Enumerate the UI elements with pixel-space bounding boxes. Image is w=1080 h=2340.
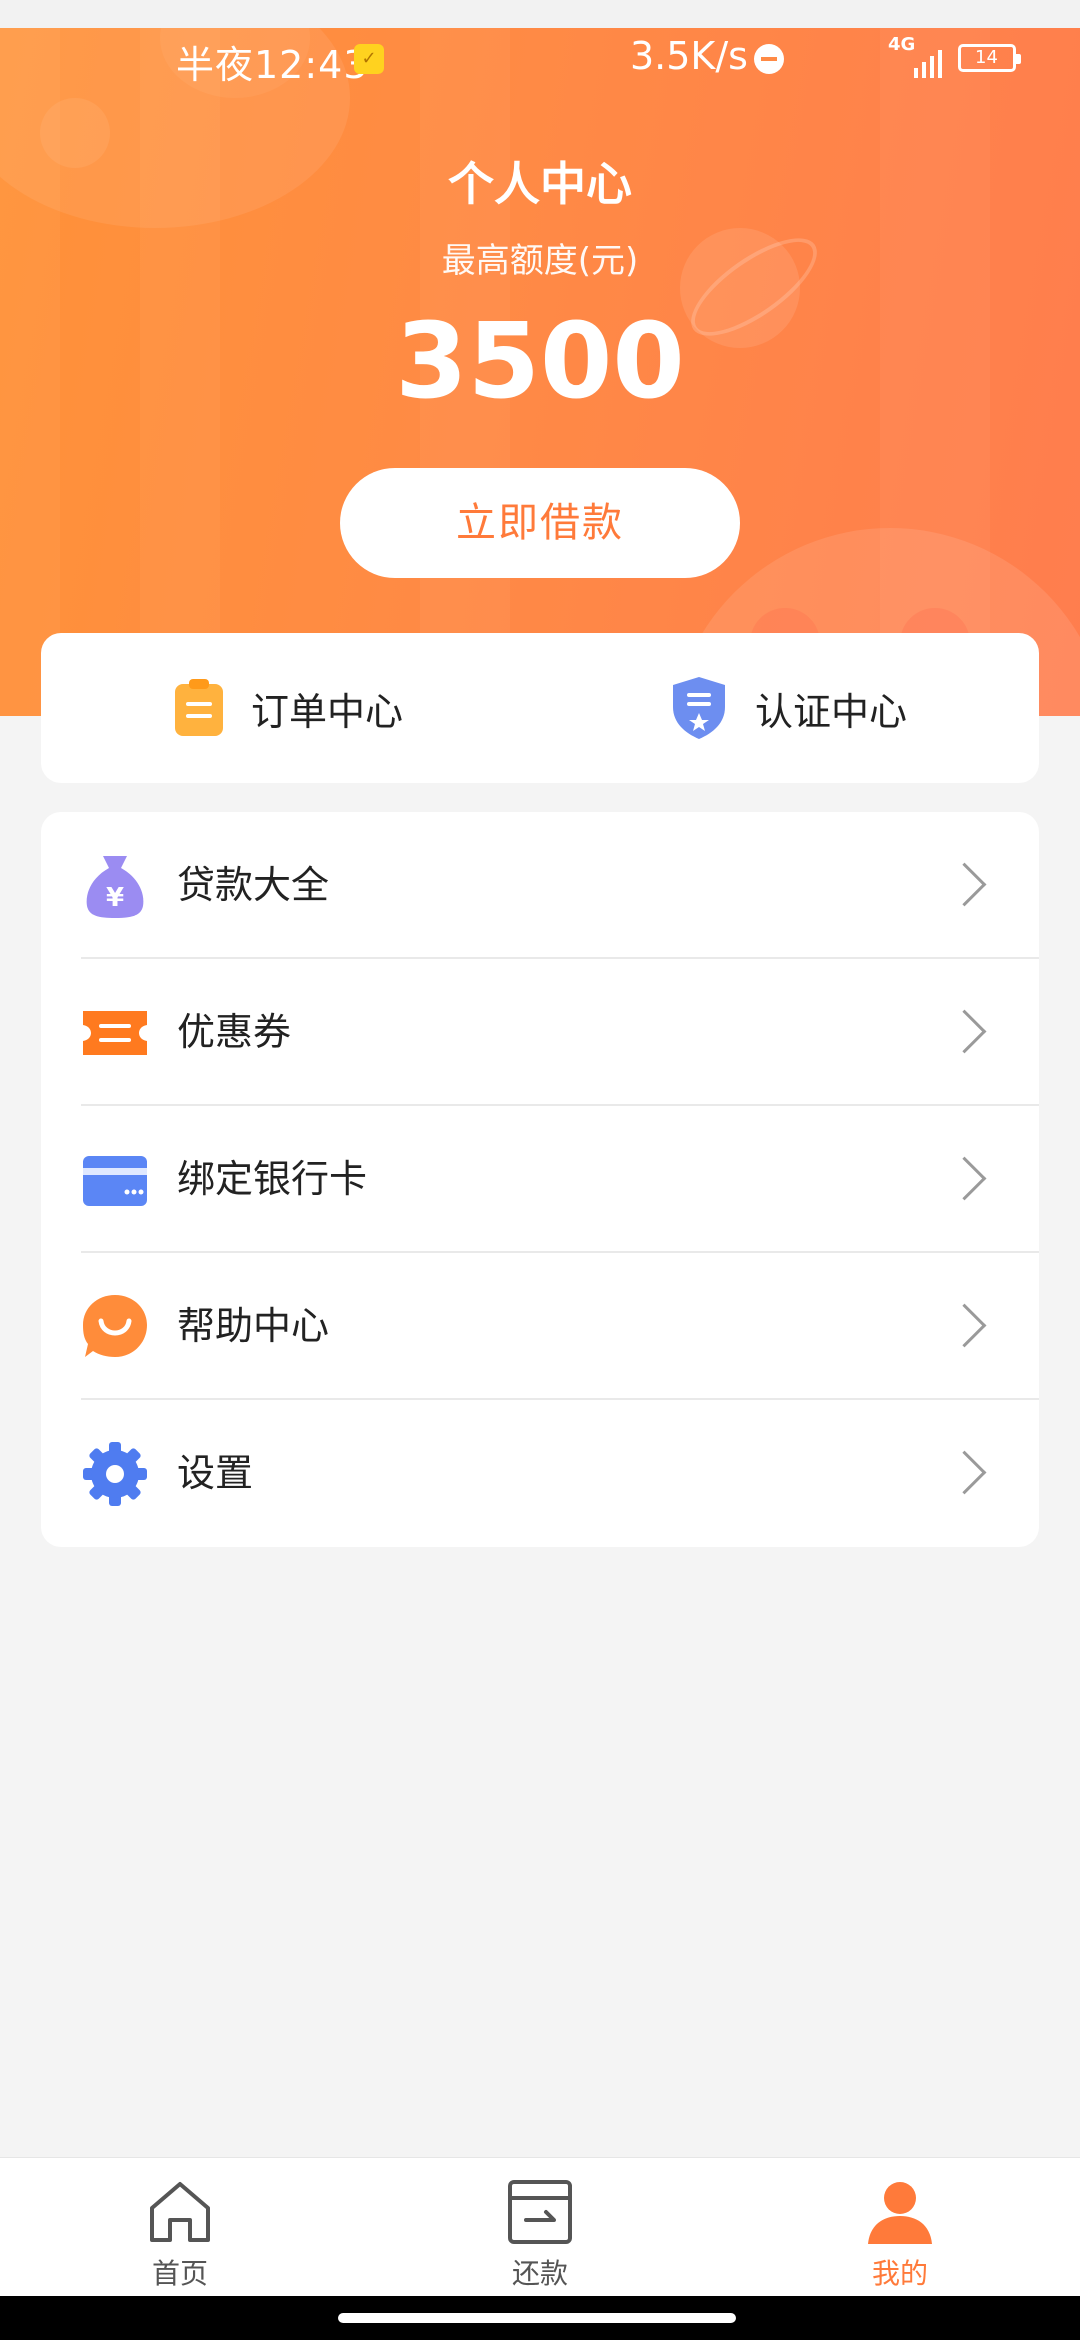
menu-item-label: 绑定银行卡 — [177, 1157, 368, 1201]
money-bag-icon: ¥ — [86, 856, 144, 918]
chevron-right-icon — [942, 1156, 987, 1201]
repay-icon — [508, 2180, 572, 2244]
order-center-label: 订单中心 — [251, 689, 404, 734]
order-center-button[interactable]: 订单中心 — [173, 633, 403, 783]
status-bar: 半夜12:43 ✓ 3.5K/s 4G 14 — [0, 28, 1080, 90]
gear-icon — [83, 1442, 147, 1506]
menu-item-label: 帮助中心 — [177, 1304, 330, 1348]
menu-item-bind-bank-card[interactable]: 绑定银行卡 — [41, 1106, 1039, 1253]
help-chat-icon — [83, 1295, 147, 1357]
chevron-right-icon — [942, 1009, 987, 1054]
quick-actions-card: 订单中心 认证中心 — [41, 633, 1039, 783]
user-icon — [868, 2182, 932, 2244]
chevron-right-icon — [942, 1450, 987, 1495]
tab-label: 首页 — [151, 2257, 208, 2290]
bank-card-icon — [83, 1156, 147, 1206]
coupon-icon — [83, 1011, 147, 1055]
menu-item-coupons[interactable]: 优惠券 — [41, 959, 1039, 1106]
tab-repay[interactable]: 还款 — [440, 2158, 640, 2296]
svg-text:¥: ¥ — [106, 883, 124, 913]
credit-limit-value: 3500 — [395, 300, 685, 422]
system-navigation-bar — [0, 2296, 1080, 2340]
borrow-now-button[interactable]: 立即借款 — [340, 468, 740, 578]
shield-star-icon — [673, 677, 725, 739]
menu-list: ¥ 贷款大全 优惠券 绑定银行卡 帮助中心 设置 — [41, 812, 1039, 1547]
menu-item-help-center[interactable]: 帮助中心 — [41, 1253, 1039, 1400]
clipboard-icon — [175, 679, 223, 736]
verification-center-label: 认证中心 — [755, 689, 908, 734]
signal-bars-icon — [910, 44, 946, 78]
menu-item-settings[interactable]: 设置 — [41, 1400, 1039, 1547]
security-shield-icon: ✓ — [354, 44, 384, 74]
menu-item-label: 优惠券 — [177, 1010, 292, 1054]
top-strip — [0, 0, 1080, 28]
status-time: 半夜12:43 — [176, 43, 369, 87]
bottom-tab-bar: 首页 还款 我的 — [0, 2157, 1080, 2296]
page-title: 个人中心 — [448, 157, 632, 211]
chevron-right-icon — [942, 862, 987, 907]
menu-item-loan-list[interactable]: ¥ 贷款大全 — [41, 812, 1039, 959]
menu-item-label: 贷款大全 — [177, 863, 330, 907]
credit-limit-label: 最高额度(元) — [441, 241, 639, 281]
menu-item-label: 设置 — [177, 1451, 254, 1495]
tab-mine[interactable]: 我的 — [800, 2158, 1000, 2296]
home-indicator[interactable] — [338, 2313, 736, 2323]
tab-label: 我的 — [871, 2257, 928, 2290]
tab-home[interactable]: 首页 — [80, 2158, 280, 2296]
chevron-right-icon — [942, 1303, 987, 1348]
home-icon — [150, 2182, 210, 2242]
battery-icon: 14 — [958, 44, 1021, 72]
tab-label: 还款 — [511, 2257, 568, 2290]
verification-center-button[interactable]: 认证中心 — [669, 633, 907, 783]
do-not-disturb-icon — [754, 44, 784, 74]
network-speed: 3.5K/s — [630, 34, 748, 78]
